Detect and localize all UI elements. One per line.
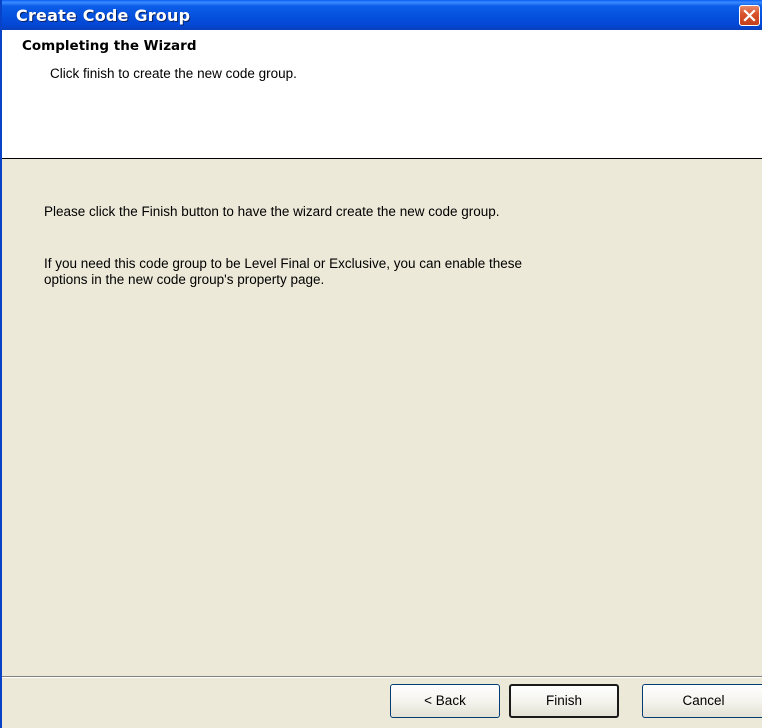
wizard-header-title: Completing the Wizard	[22, 38, 197, 54]
create-code-group-dialog: Create Code Group Completing the Wizard …	[0, 0, 762, 728]
instruction-text: Please click the Finish button to have t…	[44, 204, 500, 219]
options-text-line-2: options in the new code group's property…	[44, 272, 325, 287]
back-button[interactable]: < Back	[390, 684, 500, 718]
close-icon	[743, 9, 756, 22]
close-button[interactable]	[739, 5, 760, 26]
options-text-line-1: If you need this code group to be Level …	[44, 256, 523, 271]
cancel-button[interactable]: Cancel	[642, 684, 762, 718]
finish-button[interactable]: Finish	[509, 684, 619, 718]
wizard-header-subtitle: Click finish to create the new code grou…	[50, 66, 297, 81]
window-title: Create Code Group	[16, 6, 191, 25]
title-bar[interactable]: Create Code Group	[2, 0, 762, 30]
button-separator	[2, 676, 762, 678]
